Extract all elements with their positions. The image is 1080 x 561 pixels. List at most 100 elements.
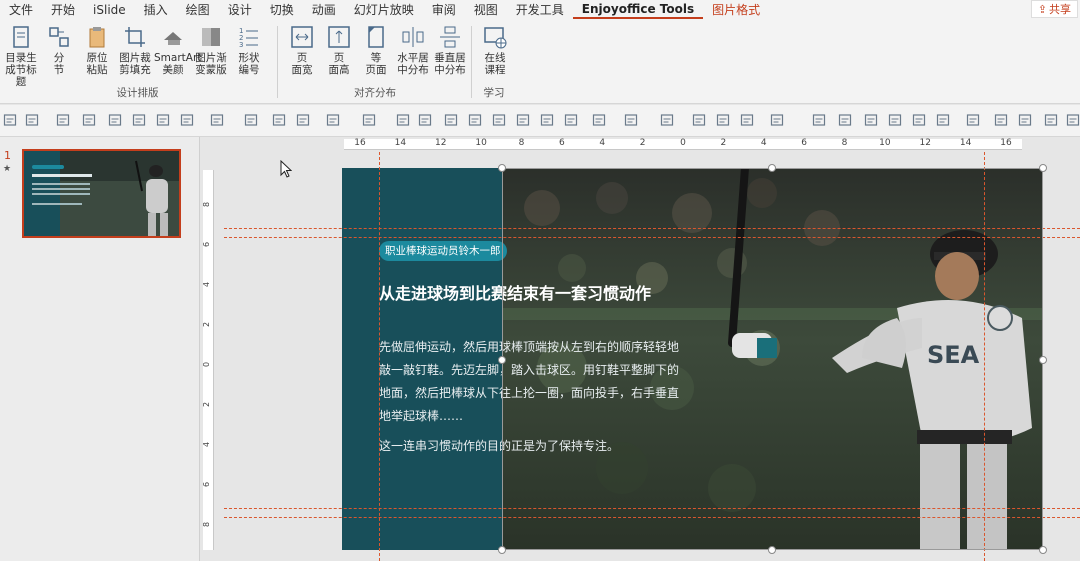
toolbar-tool-icon[interactable] <box>540 113 554 127</box>
menu-tab[interactable]: 开发工具 <box>507 1 573 19</box>
toolbar-tool-icon[interactable] <box>912 113 926 127</box>
menu-tab[interactable]: 动画 <box>303 1 345 19</box>
ribbon-button[interactable]: 等页面 <box>357 24 395 76</box>
toolbar-tool-icon[interactable] <box>812 113 826 127</box>
toolbar-tool-icon[interactable] <box>418 113 432 127</box>
toolbar-tool-icon[interactable] <box>888 113 902 127</box>
menu-tab[interactable]: 文件 <box>0 1 42 19</box>
ruler-label: 6 <box>801 138 807 148</box>
resize-handle[interactable] <box>498 546 506 554</box>
ribbon-button[interactable]: 水平居 中分布 <box>394 24 432 76</box>
ruler-label: 0 <box>680 138 686 148</box>
ribbon-button[interactable]: 目录生 成节标题 <box>2 24 40 88</box>
toolbar-tool-icon[interactable] <box>362 113 376 127</box>
ruler-label: 16 <box>354 138 366 148</box>
ribbon-group-learning: 在线 课程 学习 <box>474 22 514 102</box>
svg-text:3: 3 <box>239 41 243 49</box>
ribbon-button-label: 页 <box>333 52 345 64</box>
ruler-label: 2 <box>639 138 646 148</box>
toolbar-tool-icon[interactable] <box>296 113 310 127</box>
toolbar-tool-icon[interactable] <box>244 113 258 127</box>
toolbar-tool-icon[interactable] <box>740 113 754 127</box>
ribbon-button[interactable]: 图片渐 变蒙版 <box>192 24 230 76</box>
menu-tab[interactable]: 图片格式 <box>703 1 769 19</box>
ribbon-button[interactable]: 页面高 <box>320 24 358 76</box>
toolbar-tool-icon[interactable] <box>564 113 578 127</box>
ruler-label: 10 <box>879 138 891 148</box>
mouse-cursor-icon <box>280 160 292 178</box>
section-icon <box>49 27 69 47</box>
menu-tab[interactable]: iSlide <box>84 1 135 19</box>
ribbon-button[interactable]: 1 2 3 形状 编号 <box>230 24 268 76</box>
subject-badge: 职业棒球运动员铃木一郎 <box>379 241 507 261</box>
resize-handle[interactable] <box>498 356 506 364</box>
resize-handle[interactable] <box>498 164 506 172</box>
toolbar-tool-icon[interactable] <box>936 113 950 127</box>
toolbar-tool-icon[interactable] <box>660 113 674 127</box>
share-button[interactable]: ⇪ 共享 <box>1030 0 1078 18</box>
toolbar-tool-icon[interactable] <box>692 113 706 127</box>
toolbar-tool-icon[interactable] <box>25 113 39 127</box>
toolbar-tool-icon[interactable] <box>624 113 638 127</box>
ruler-label: 2 <box>202 401 212 408</box>
menu-tab[interactable]: 幻灯片放映 <box>345 1 423 19</box>
toolbar-tool-icon[interactable] <box>210 113 224 127</box>
resize-handle[interactable] <box>1039 164 1047 172</box>
menu-tab[interactable]: 视图 <box>465 1 507 19</box>
ribbon-button[interactable]: 在线 课程 <box>476 24 514 76</box>
toolbar-tool-icon[interactable] <box>716 113 730 127</box>
menu-tab[interactable]: 设计 <box>219 1 261 19</box>
toolbar-tool-icon[interactable] <box>396 113 410 127</box>
toolbar-tool-icon[interactable] <box>326 113 340 127</box>
toolbar-tool-icon[interactable] <box>3 113 17 127</box>
resize-handle[interactable] <box>768 164 776 172</box>
menu-tab[interactable]: 审阅 <box>423 1 465 19</box>
ribbon-group-design-layout: 目录生 成节标题分节原位 粘贴 图片裁 剪填充 SmartArt 美颜 图片渐 变蒙版 1 2 3 形状… <box>0 22 275 102</box>
menu-tab[interactable]: 插入 <box>135 1 177 19</box>
toolbar-tool-icon[interactable] <box>82 113 96 127</box>
toolbar-tool-icon[interactable] <box>132 113 146 127</box>
menu-tab[interactable]: 切换 <box>261 1 303 19</box>
resize-handle[interactable] <box>768 546 776 554</box>
ribbon-button[interactable]: 原位 粘贴 <box>78 24 116 76</box>
toolbar-tool-icon[interactable] <box>838 113 852 127</box>
toolbar-tool-icon[interactable] <box>444 113 458 127</box>
ruler-label: 16 <box>1000 138 1012 148</box>
ribbon-button[interactable]: 页面宽 <box>283 24 321 76</box>
toolbar-tool-icon[interactable] <box>56 113 70 127</box>
toolbar-tool-icon[interactable] <box>1044 113 1058 127</box>
toolbar-tool-icon[interactable] <box>108 113 122 127</box>
toolbar-tool-icon[interactable] <box>516 113 530 127</box>
toolbar-tool-icon[interactable] <box>492 113 506 127</box>
ruler-label: 8 <box>518 138 525 148</box>
toolbar-tool-icon[interactable] <box>966 113 980 127</box>
ribbon-button[interactable]: SmartArt 美颜 <box>154 24 201 76</box>
horizontal-ruler: 16 14 12 10 8 6 4 2 0 2 4 6 8 10 12 14 16 <box>344 138 1022 150</box>
ribbon-button[interactable]: 垂直居 中分布 <box>431 24 469 76</box>
guide-line-vertical[interactable] <box>379 152 380 561</box>
resize-handle[interactable] <box>1039 546 1047 554</box>
toc-icon <box>13 26 29 48</box>
ribbon-button-label: 节 <box>53 64 65 76</box>
ribbon-button[interactable]: 图片裁 剪填充 <box>116 24 154 76</box>
toolbar-tool-icon[interactable] <box>1018 113 1032 127</box>
resize-handle[interactable] <box>1039 356 1047 364</box>
toolbar-tool-icon[interactable] <box>180 113 194 127</box>
ribbon-group-label: 设计排版 <box>116 87 159 99</box>
ribbon-button-label: 编号 <box>238 64 260 76</box>
menu-tab[interactable]: 开始 <box>42 1 84 19</box>
toolbar-tool-icon[interactable] <box>864 113 878 127</box>
toolbar-tool-icon[interactable] <box>592 113 606 127</box>
toolbar-tool-icon[interactable] <box>156 113 170 127</box>
menu-tab[interactable]: Enjoyoffice Tools <box>572 1 704 19</box>
menu-tab[interactable]: 绘图 <box>177 1 219 19</box>
ribbon-button[interactable]: 分节 <box>40 24 78 76</box>
toolbar-tool-icon[interactable] <box>468 113 482 127</box>
thumbnail-preview <box>24 151 179 236</box>
slide-thumbnail[interactable] <box>22 149 181 238</box>
page-height-icon <box>328 26 350 48</box>
toolbar-tool-icon[interactable] <box>770 113 784 127</box>
toolbar-tool-icon[interactable] <box>1066 113 1080 127</box>
toolbar-tool-icon[interactable] <box>272 113 286 127</box>
toolbar-tool-icon[interactable] <box>994 113 1008 127</box>
